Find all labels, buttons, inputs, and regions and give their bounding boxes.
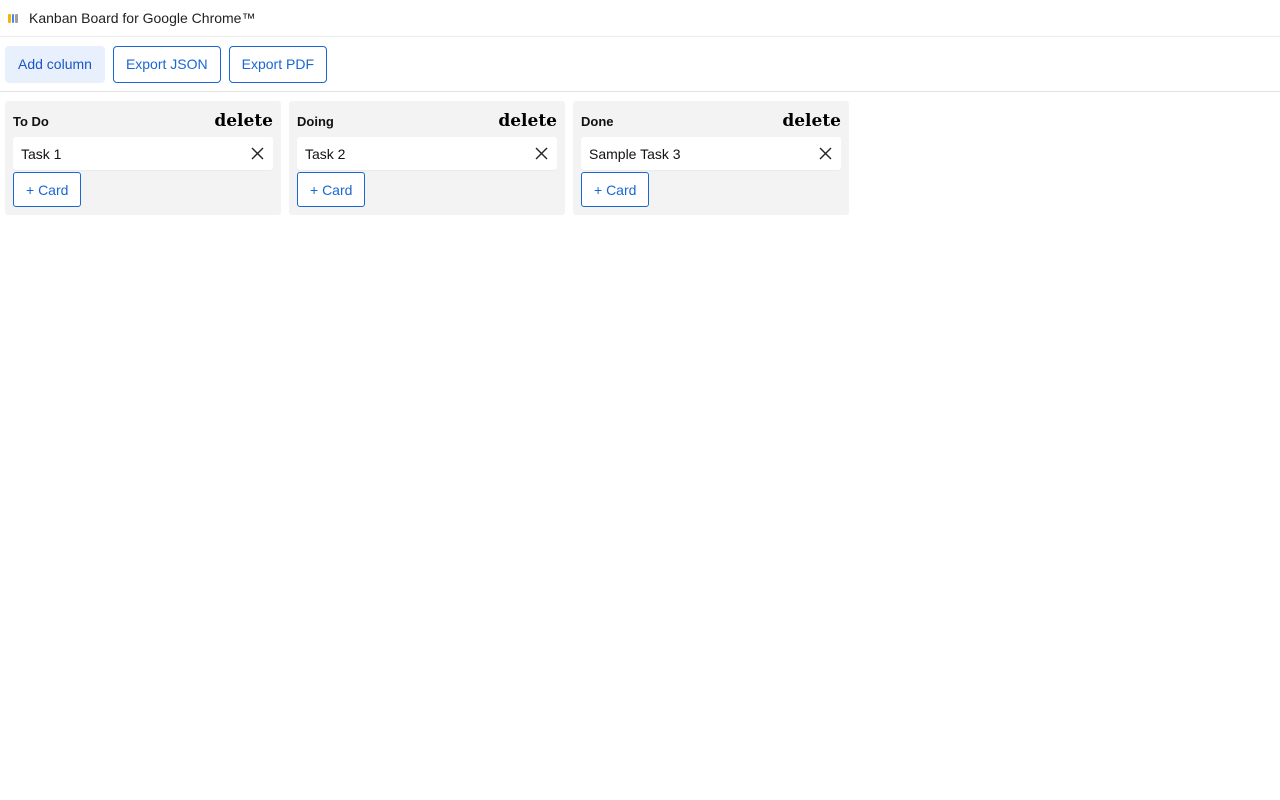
add-card-button[interactable]: + Card <box>13 172 82 207</box>
card-text[interactable]: Sample Task 3 <box>589 146 681 162</box>
column-title[interactable]: Done <box>581 114 614 129</box>
close-icon[interactable] <box>249 146 265 162</box>
window-title: Kanban Board for Google Chrome™ <box>29 10 256 26</box>
column-title[interactable]: To Do <box>13 114 49 129</box>
kanban-board: To Do delete Task 1 + Card Doing delete … <box>0 92 1280 224</box>
close-icon[interactable] <box>533 146 549 162</box>
card[interactable]: Task 2 <box>297 137 557 170</box>
column-header: To Do delete <box>13 109 273 133</box>
column-doing: Doing delete Task 2 + Card <box>289 101 565 215</box>
column-header: Done delete <box>581 109 841 133</box>
close-icon[interactable] <box>817 146 833 162</box>
add-card-button[interactable]: + Card <box>297 172 366 207</box>
column-header: Doing delete <box>297 109 557 133</box>
delete-column-button[interactable]: delete <box>498 111 557 131</box>
delete-column-button[interactable]: delete <box>214 111 273 131</box>
column-todo: To Do delete Task 1 + Card <box>5 101 281 215</box>
add-card-button[interactable]: + Card <box>581 172 650 207</box>
delete-column-button[interactable]: delete <box>782 111 841 131</box>
title-bar: Kanban Board for Google Chrome™ <box>0 0 1280 37</box>
kanban-app-icon <box>8 13 19 23</box>
add-column-button[interactable]: Add column <box>5 45 105 83</box>
toolbar: Add column Export JSON Export PDF <box>0 37 1280 92</box>
card-text[interactable]: Task 1 <box>21 146 61 162</box>
column-title[interactable]: Doing <box>297 114 334 129</box>
export-pdf-button[interactable]: Export PDF <box>228 45 327 83</box>
card-text[interactable]: Task 2 <box>305 146 345 162</box>
card[interactable]: Sample Task 3 <box>581 137 841 170</box>
card[interactable]: Task 1 <box>13 137 273 170</box>
export-json-button[interactable]: Export JSON <box>112 45 221 83</box>
column-done: Done delete Sample Task 3 + Card <box>573 101 849 215</box>
